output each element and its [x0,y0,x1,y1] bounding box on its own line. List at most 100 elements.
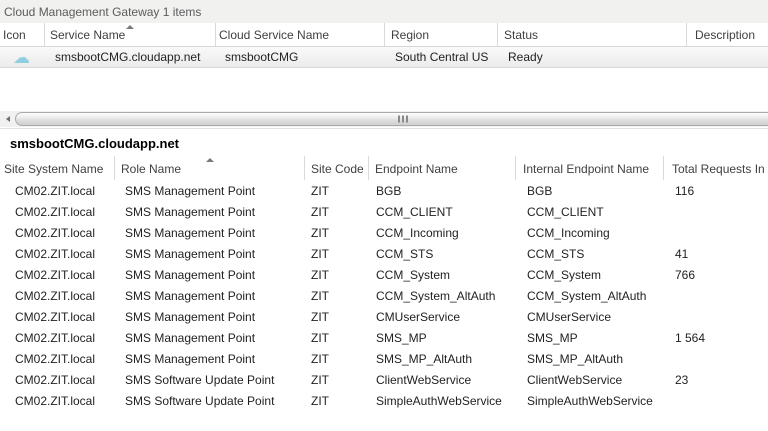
table-row[interactable]: CM02.ZIT.local SMS Management Point ZIT … [0,285,768,306]
column-header-service-name[interactable]: Service Name [45,23,216,46]
cell-role-name: SMS Management Point [125,246,256,261]
sort-ascending-icon [126,25,134,29]
cell-site-system-name: CM02.ZIT.local [15,309,96,324]
cell-icon: ☁ [0,47,45,67]
cell-role-name: SMS Management Point [125,330,256,345]
cell-role-name: SMS Management Point [125,351,256,366]
cell-endpoint-name: SMS_MP_AltAuth [376,351,473,366]
cell-endpoint-name: CMUserService [376,309,461,324]
cell-total-requests: 116 [675,183,695,198]
column-header-endpoint-name[interactable]: Endpoint Name [369,156,516,180]
scroll-left-button[interactable] [0,111,15,127]
cell-status: Ready [508,50,543,64]
cell-site-code: ZIT [311,393,329,408]
cell-site-code: ZIT [311,309,329,324]
cell-internal-endpoint-name: CCM_System_AltAuth [527,288,647,303]
column-header-label: Role Name [121,162,182,176]
cmg-list-row[interactable]: ☁ smsbootCMG.cloudapp.net smsbootCMG Sou… [0,46,768,68]
table-row[interactable]: CM02.ZIT.local SMS Management Point ZIT … [0,243,768,264]
cell-site-code: ZIT [311,288,329,303]
cmg-console-pane: Cloud Management Gateway 1 items Icon Se… [0,0,768,431]
horizontal-scrollbar[interactable] [0,111,768,127]
cell-role-name: SMS Software Update Point [125,393,275,408]
cell-endpoint-name: ClientWebService [376,372,472,387]
table-row[interactable]: CM02.ZIT.local SMS Management Point ZIT … [0,348,768,369]
cell-site-system-name: CM02.ZIT.local [15,330,96,345]
sort-ascending-icon [205,158,214,162]
cell-role-name: SMS Management Point [125,267,256,282]
cell-total-requests: 23 [675,372,689,387]
table-row[interactable]: CM02.ZIT.local SMS Management Point ZIT … [0,201,768,222]
detail-pane-title: smsbootCMG.cloudapp.net [10,136,179,151]
cell-internal-endpoint-name: SimpleAuthWebService [527,393,653,408]
column-header-total-requests[interactable]: Total Requests In L [664,156,768,180]
cell-endpoint-name: CCM_System [376,267,451,282]
table-row[interactable]: CM02.ZIT.local SMS Management Point ZIT … [0,327,768,348]
column-header-internal-endpoint-name[interactable]: Internal Endpoint Name [516,156,664,180]
column-header-label: Service Name [50,28,126,42]
cell-internal-endpoint-name: BGB [527,183,553,198]
cell-endpoint-name: CCM_CLIENT [376,204,453,219]
top-table-header: Icon Service Name Cloud Service Name Reg… [0,23,768,46]
column-header-site-system-name[interactable]: Site System Name [0,156,115,180]
cell-total-requests [664,201,768,222]
cell-site-system-name: CM02.ZIT.local [15,267,96,282]
column-header-icon[interactable]: Icon [0,23,45,46]
cell-internal-endpoint-name: CCM_System [527,267,602,282]
cell-site-system-name: CM02.ZIT.local [15,246,96,261]
cell-total-requests [664,285,768,306]
cell-total-requests [664,306,768,327]
cell-role-name: SMS Software Update Point [125,372,275,387]
cell-site-system-name: CM02.ZIT.local [15,204,96,219]
cell-site-code: ZIT [311,372,329,387]
cell-total-requests [664,348,768,369]
cell-role-name: SMS Management Point [125,183,256,198]
list-title: Cloud Management Gateway 1 items [0,0,768,23]
cell-internal-endpoint-name: CCM_Incoming [527,225,610,240]
column-header-cloud-service-name[interactable]: Cloud Service Name [216,23,385,46]
cell-endpoint-name: CCM_STS [376,246,434,261]
table-row[interactable]: CM02.ZIT.local SMS Management Point ZIT … [0,264,768,285]
cell-site-code: ZIT [311,225,329,240]
cell-internal-endpoint-name: SMS_MP [527,330,578,345]
table-row[interactable]: CM02.ZIT.local SMS Management Point ZIT … [0,180,768,201]
cell-total-requests [664,390,768,411]
table-row[interactable]: CM02.ZIT.local SMS Software Update Point… [0,390,768,411]
cell-region: South Central US [395,50,489,64]
cell-site-code: ZIT [311,351,329,366]
scroll-left-arrow-icon [5,116,10,122]
cell-internal-endpoint-name: ClientWebService [527,372,623,387]
column-header-status[interactable]: Status [498,23,687,46]
cell-internal-endpoint-name: CMUserService [527,309,612,324]
cell-internal-endpoint-name: CCM_STS [527,246,585,261]
cell-site-code: ZIT [311,204,329,219]
list-title-text: Cloud Management Gateway 1 items [4,4,202,19]
cell-site-system-name: CM02.ZIT.local [15,351,96,366]
detail-table-body: CM02.ZIT.local SMS Management Point ZIT … [0,180,768,411]
table-row[interactable]: CM02.ZIT.local SMS Software Update Point… [0,369,768,390]
detail-pane: smsbootCMG.cloudapp.net Site System Name… [0,128,768,431]
cell-description [687,47,768,67]
cell-site-code: ZIT [311,330,329,345]
cell-cloud-service-name: smsbootCMG [225,50,299,64]
column-header-region[interactable]: Region [385,23,498,46]
cell-endpoint-name: SMS_MP [376,330,427,345]
cloud-icon: ☁ [13,47,30,67]
cell-site-system-name: CM02.ZIT.local [15,372,96,387]
cell-site-system-name: CM02.ZIT.local [15,393,96,408]
splitter-grip-icon [398,115,409,123]
column-header-site-code[interactable]: Site Code [305,156,369,180]
table-row[interactable]: CM02.ZIT.local SMS Management Point ZIT … [0,306,768,327]
cell-total-requests: 41 [675,246,689,261]
table-row[interactable]: CM02.ZIT.local SMS Management Point ZIT … [0,222,768,243]
column-header-role-name[interactable]: Role Name [115,156,305,180]
column-header-description[interactable]: Description [687,23,768,46]
scrollbar-thumb[interactable] [15,112,768,126]
cell-internal-endpoint-name: SMS_MP_AltAuth [527,351,624,366]
cell-endpoint-name: CCM_Incoming [376,225,459,240]
detail-table-header: Site System Name Role Name Site Code End… [0,156,768,180]
cell-total-requests: 1 564 [675,330,706,345]
cell-service-name: smsbootCMG.cloudapp.net [55,50,201,64]
cell-site-system-name: CM02.ZIT.local [15,225,96,240]
cell-site-system-name: CM02.ZIT.local [15,183,96,198]
